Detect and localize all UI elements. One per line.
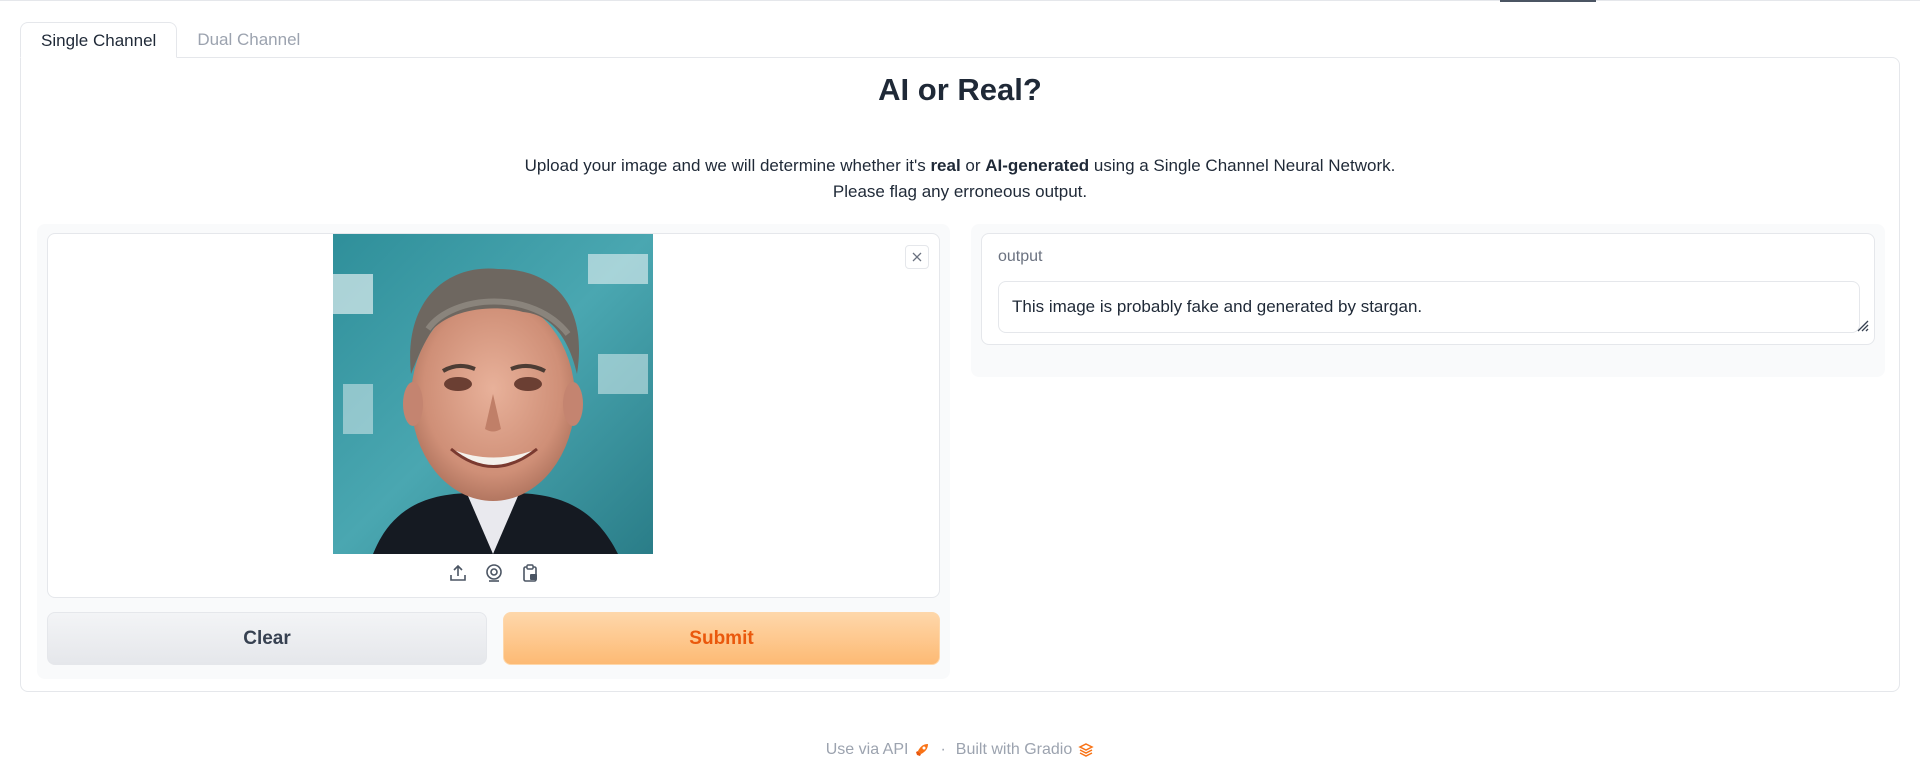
footer: Use via API · Built with Gradio xyxy=(0,741,1920,759)
description-bold-ai: AI-generated xyxy=(985,156,1090,175)
webcam-icon[interactable] xyxy=(483,562,505,584)
description-bold-real: real xyxy=(930,156,961,175)
clipboard-icon[interactable] xyxy=(519,562,541,584)
page-title: AI or Real? xyxy=(878,72,1042,107)
output-column: output This image is probably fake and g… xyxy=(971,224,1885,377)
resize-handle-icon[interactable] xyxy=(1855,318,1869,332)
built-with-gradio-link[interactable]: Built with Gradio xyxy=(956,741,1095,759)
tab-dual-channel[interactable]: Dual Channel xyxy=(177,22,320,58)
top-indicator xyxy=(1500,0,1596,2)
output-textbox[interactable]: This image is probably fake and generate… xyxy=(998,281,1860,333)
description-text-1: Upload your image and we will determine … xyxy=(524,156,931,175)
submit-button[interactable]: Submit xyxy=(503,612,940,665)
page-description: Upload your image and we will determine … xyxy=(21,153,1899,205)
image-source-selector xyxy=(48,562,939,584)
image-input[interactable] xyxy=(47,233,940,598)
gradio-logo-icon xyxy=(1078,743,1094,757)
tab-panel: AI or Real? Upload your image and we wil… xyxy=(20,57,1900,692)
rocket-icon xyxy=(916,744,929,756)
close-icon xyxy=(912,252,922,262)
footer-separator: · xyxy=(940,741,946,758)
clear-button[interactable]: Clear xyxy=(47,612,487,665)
output-label: output xyxy=(998,248,1043,265)
input-column: Clear Submit xyxy=(37,224,950,679)
output-block: output This image is probably fake and g… xyxy=(981,233,1875,345)
tab-single-channel[interactable]: Single Channel xyxy=(20,22,178,58)
description-text-3: using a Single Channel Neural Network. xyxy=(1089,156,1396,175)
use-via-api-label: Use via API xyxy=(825,741,909,758)
tab-bar: Single Channel Dual Channel xyxy=(20,22,320,58)
description-line-2: Please flag any erroneous output. xyxy=(832,182,1088,201)
description-text-2: or xyxy=(960,156,986,175)
built-with-gradio-label: Built with Gradio xyxy=(955,741,1073,758)
top-divider xyxy=(0,0,1920,1)
clear-image-button[interactable] xyxy=(905,245,929,269)
uploaded-image xyxy=(333,234,653,554)
upload-icon[interactable] xyxy=(447,562,469,584)
use-via-api-link[interactable]: Use via API xyxy=(826,741,931,759)
